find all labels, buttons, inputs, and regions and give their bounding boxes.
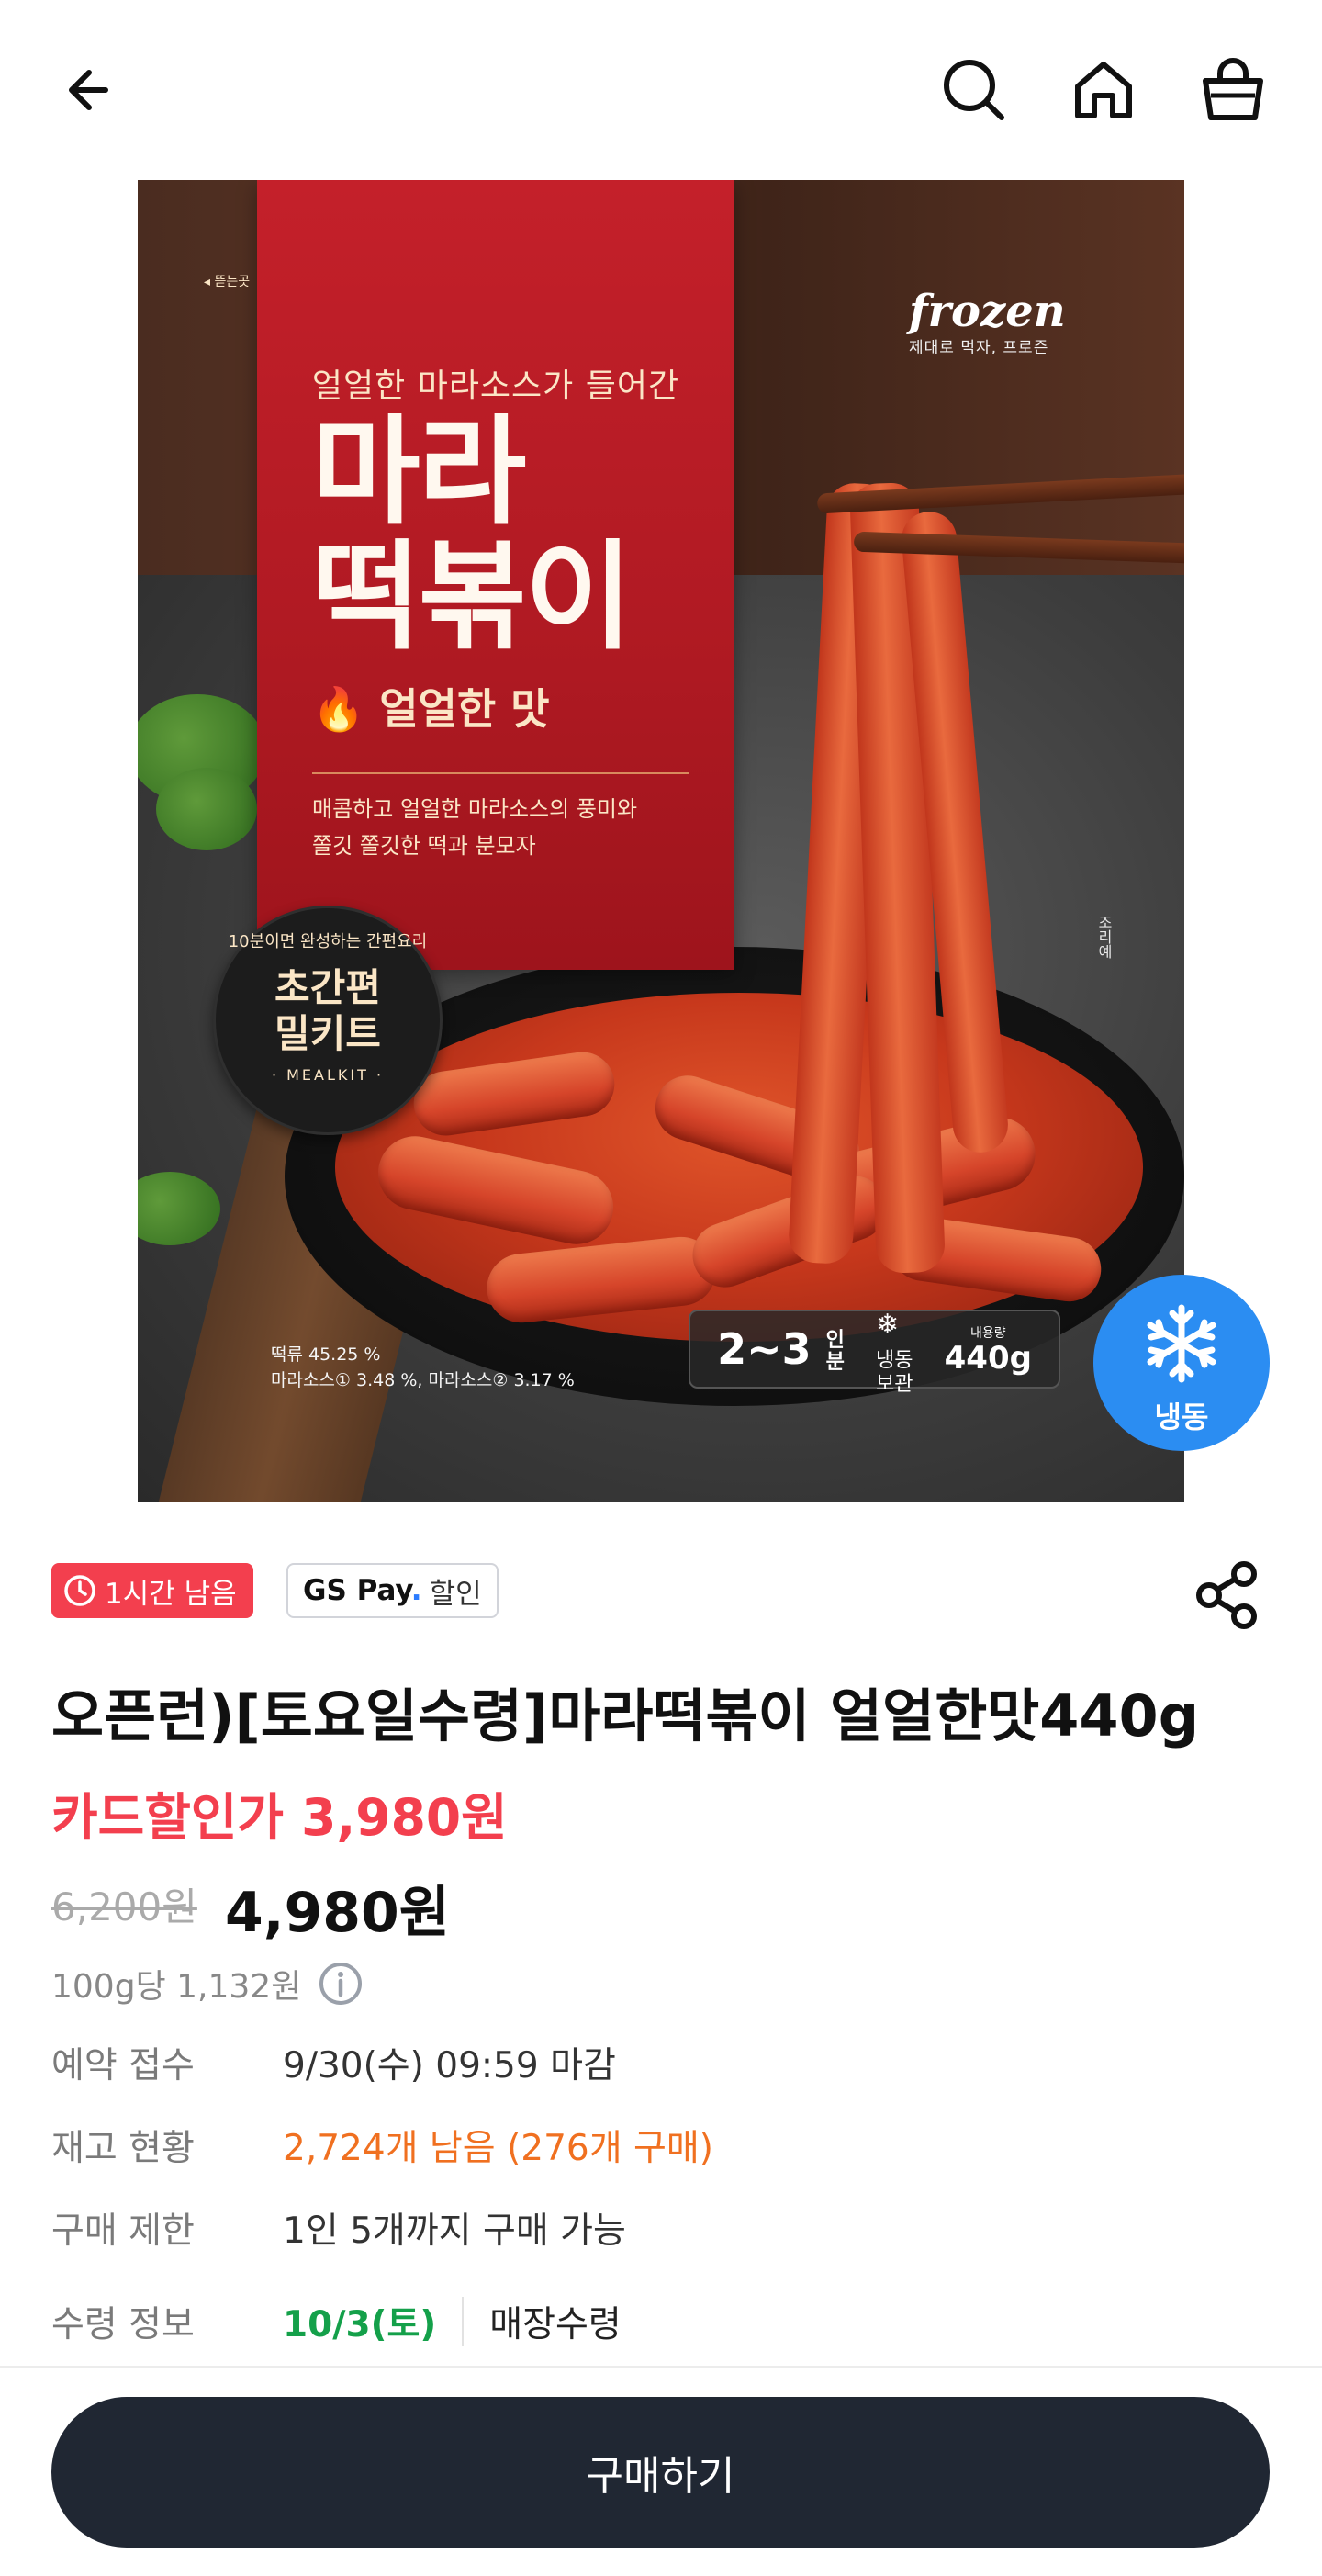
detail-row-limit: 구매 제한 1인 5개까지 구매 가능 <box>51 2202 626 2254</box>
panel-subtitle: 얼얼한 마라소스가 들어간 <box>311 367 680 405</box>
gs-pay-dot: . <box>410 1574 422 1607</box>
detail-row-pickup: 수령 정보 10/3(토) 매장수령 <box>51 2296 622 2347</box>
detail-value: 2,724개 남음 (276개 구매) <box>283 2128 713 2169</box>
detail-key: 수령 정보 <box>51 2304 195 2345</box>
detail-key: 재고 현황 <box>51 2128 195 2169</box>
card-discount-price: 카드할인가 3,980원 <box>51 1788 508 1847</box>
panel-flavor-text: 얼얼한 맛 <box>379 684 550 734</box>
product-title: 오픈런)[토요일수령]마라떡볶이 얼얼한맛440g <box>51 1682 1200 1749</box>
gs-pay-logo: GS Pay. <box>303 1574 422 1607</box>
panel-divider <box>312 772 689 774</box>
herb-decoration <box>156 768 257 850</box>
serving-info: 2~3 인 분 <box>717 1324 845 1375</box>
home-icon <box>1075 62 1132 118</box>
serving-unit-2: 분 <box>825 1351 845 1375</box>
share-icon <box>1196 1561 1257 1629</box>
snowflake-icon <box>1147 1304 1216 1383</box>
ingredients-line1: 떡류 45.25 % <box>271 1344 381 1365</box>
top-header <box>0 0 1322 180</box>
panel-title-line1: 마라 <box>312 403 527 541</box>
detail-value: 1인 5개까지 구매 가능 <box>283 2210 626 2252</box>
serving-count: 2~3 <box>717 1323 812 1374</box>
brand-logo: frozen 제대로 먹자, 프로즌 <box>909 288 1066 357</box>
badge-line1: 초간편 <box>274 965 381 1010</box>
buy-button[interactable]: 구매하기 <box>51 2397 1270 2548</box>
clock-icon <box>64 1575 95 1606</box>
back-button[interactable] <box>39 39 140 141</box>
volume-info: 내용량 440g <box>945 1323 1032 1375</box>
unit-price: 100g당 1,132원 <box>51 1960 364 2008</box>
tear-here-text: ◂ 뜯는곳 <box>204 275 251 289</box>
brand-word: frozen <box>909 286 1066 337</box>
panel-description: 매콤하고 얼얼한 마라소스의 풍미와 쫄깃 쫄깃한 떡과 분모자 <box>312 791 698 864</box>
package-info-bar: 2~3 인 분 ❄ 냉동 보관 내용량 440g <box>689 1309 1060 1396</box>
frozen-badge: 냉동 <box>1093 1275 1270 1451</box>
panel-title: 마라 떡볶이 <box>312 403 633 666</box>
home-button[interactable] <box>1053 39 1154 141</box>
shopping-bag-icon <box>1203 58 1263 120</box>
time-left-text: 1시간 남음 <box>105 1577 237 1611</box>
storage-line2: 보관 <box>876 1373 913 1396</box>
flame-icon: 🔥 <box>312 684 365 734</box>
detail-value: 9/30(수) 09:59 마감 <box>283 2045 616 2087</box>
sale-price: 4,980원 <box>225 1881 450 1945</box>
panel-desc-line2: 쫄깃 쫄깃한 떡과 분모자 <box>312 833 536 859</box>
info-icon[interactable] <box>318 1961 364 2007</box>
badge-main-text: 초간편 밀키트 <box>216 965 440 1057</box>
package-panel: 얼얼한 마라소스가 들어간 마라 떡볶이 🔥 얼얼한 맛 매콤하고 얼얼한 마라… <box>257 180 734 970</box>
ingredients-text: 떡류 45.25 % 마라소스① 3.48 %, 마라소스② 3.17 % <box>271 1342 575 1393</box>
serving-unit: 인 분 <box>826 1330 845 1374</box>
share-button[interactable] <box>1184 1552 1271 1638</box>
unit-price-text: 100g당 1,132원 <box>51 1968 302 2006</box>
badge-line2: 밀키트 <box>274 1011 381 1056</box>
serving-unit-1: 인 <box>825 1329 845 1353</box>
storage-info: ❄ 냉동 보관 <box>876 1301 913 1397</box>
gs-pay-label: 할인 <box>429 1577 482 1611</box>
snowflake-small-icon: ❄ <box>876 1309 900 1341</box>
search-button[interactable] <box>924 39 1025 141</box>
ingredients-line2: 마라소스① 3.48 %, 마라소스② 3.17 % <box>271 1370 575 1390</box>
gs-pay-brand: GS Pay <box>303 1574 411 1607</box>
detail-key: 구매 제한 <box>51 2210 195 2252</box>
detail-row-stock: 재고 현황 2,724개 남음 (276개 구매) <box>51 2120 713 2171</box>
serving-suggestion-text: 조리예 <box>1095 915 1113 959</box>
time-left-badge: 1시간 남음 <box>51 1563 253 1618</box>
arrow-left-icon <box>69 70 108 110</box>
detail-value: 10/3(토) <box>283 2304 437 2345</box>
panel-desc-line1: 매콤하고 얼얼한 마라소스의 풍미와 <box>312 796 638 822</box>
detail-key: 예약 접수 <box>51 2045 195 2087</box>
original-price: 6,200원 <box>51 1884 197 1929</box>
volume-value: 440g <box>944 1340 1032 1377</box>
pickup-method: 매장수령 <box>489 2304 622 2345</box>
panel-flavor: 🔥 얼얼한 맛 <box>312 676 550 737</box>
product-image[interactable]: 얼얼한 마라소스가 들어간 마라 떡볶이 🔥 얼얼한 맛 매콤하고 얼얼한 마라… <box>138 180 1184 1502</box>
volume-label: 내용량 <box>969 1326 1006 1341</box>
divider <box>462 2297 465 2346</box>
badge-small-text: · MEALKIT · <box>271 1066 385 1084</box>
brand-tagline: 제대로 먹자, 프로즌 <box>909 339 1049 357</box>
gs-pay-discount-badge: GS Pay. 할인 <box>286 1563 499 1618</box>
frozen-badge-label: 냉동 <box>1154 1400 1209 1434</box>
mealkit-badge: 10분이면 완성하는 간편요리 초간편 밀키트 · MEALKIT · <box>213 906 443 1135</box>
cart-button[interactable] <box>1182 39 1283 141</box>
detail-row-reservation: 예약 접수 9/30(수) 09:59 마감 <box>51 2037 616 2088</box>
badge-arc-text: 10분이면 완성하는 간편요리 <box>228 932 428 951</box>
search-icon <box>944 60 1004 120</box>
panel-title-line2: 떡볶이 <box>312 528 633 666</box>
